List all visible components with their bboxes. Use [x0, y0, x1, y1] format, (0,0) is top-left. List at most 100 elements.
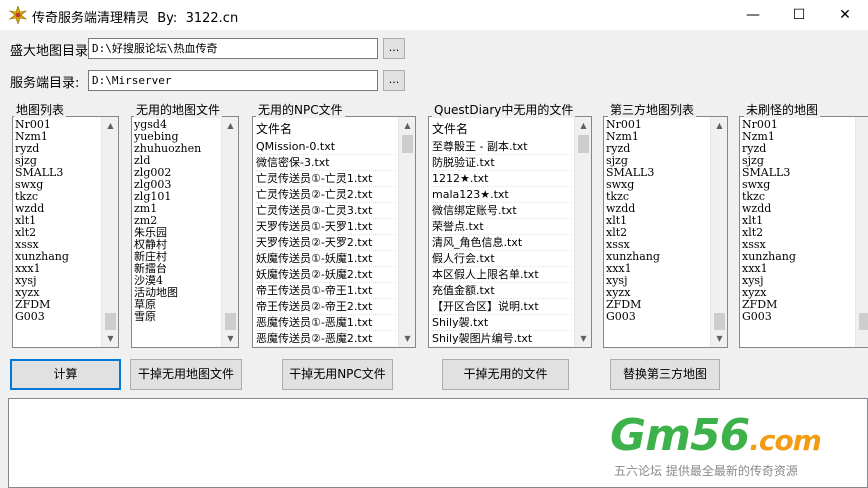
- list-item[interactable]: xlt1: [742, 215, 850, 227]
- list-item[interactable]: wzdd: [606, 203, 709, 215]
- file-row[interactable]: 天罗传送员①-天罗1.txt: [256, 219, 396, 235]
- list-item[interactable]: xyzx: [15, 287, 100, 299]
- list-item[interactable]: 朱乐园: [134, 227, 220, 239]
- file-row[interactable]: Shily袈.txt: [432, 315, 572, 331]
- file-row[interactable]: 【开区合区】说明.txt: [432, 299, 572, 315]
- remove-unused-npc-button[interactable]: 干掉无用NPC文件: [282, 359, 393, 390]
- list-item[interactable]: ryzd: [742, 143, 850, 155]
- list-item[interactable]: xssx: [15, 239, 100, 251]
- map-list-scrollbar[interactable]: ▲ ▼: [101, 117, 118, 347]
- column-header-filename[interactable]: 文件名: [432, 119, 572, 139]
- list-item[interactable]: sjzg: [742, 155, 850, 167]
- list-item[interactable]: Nzm1: [606, 131, 709, 143]
- server-dir-browse-button[interactable]: ...: [383, 70, 405, 91]
- map-list-box[interactable]: Nr001 Nzm1 ryzd sjzg SMALL3 swxg tkzc wzdd xlt1 x…: [12, 116, 119, 348]
- list-item[interactable]: zlg002: [134, 167, 220, 179]
- list-item[interactable]: SMALL3: [15, 167, 100, 179]
- file-row[interactable]: mala123★.txt: [432, 187, 572, 203]
- scroll-up-icon[interactable]: ▲: [222, 117, 238, 134]
- list-item[interactable]: sjzg: [15, 155, 100, 167]
- file-row[interactable]: Shily袈图片编号.txt: [432, 331, 572, 347]
- file-row[interactable]: 充值金额.txt: [432, 283, 572, 299]
- list-item[interactable]: xysj: [742, 275, 850, 287]
- list-item[interactable]: ygsd4: [134, 119, 220, 131]
- list-item[interactable]: tkzc: [15, 191, 100, 203]
- scroll-up-icon[interactable]: ▲: [711, 117, 727, 134]
- file-row[interactable]: 清风_角色信息.txt: [432, 235, 572, 251]
- scroll-up-icon[interactable]: ▲: [399, 117, 415, 134]
- file-row[interactable]: 天罗传送员②-天罗2.txt: [256, 235, 396, 251]
- unrefreshed-maps-box[interactable]: Nr001 Nzm1 ryzd sjzg SMALL3 swxg tkzc wzdd xlt1 x…: [739, 116, 868, 348]
- file-row[interactable]: 防脱验证.txt: [432, 155, 572, 171]
- scroll-up-icon[interactable]: ▲: [102, 117, 118, 134]
- list-item[interactable]: swxg: [606, 179, 709, 191]
- list-item[interactable]: wzdd: [15, 203, 100, 215]
- list-item[interactable]: xysj: [15, 275, 100, 287]
- remove-unused-maps-button[interactable]: 干掉无用地图文件: [130, 359, 242, 390]
- list-item[interactable]: xlt1: [606, 215, 709, 227]
- column-header-filename[interactable]: 文件名: [256, 119, 396, 139]
- scroll-thumb[interactable]: [225, 313, 236, 330]
- list-item[interactable]: 新庄村: [134, 251, 220, 263]
- scroll-down-icon[interactable]: ▼: [575, 330, 591, 347]
- scroll-down-icon[interactable]: ▼: [399, 330, 415, 347]
- file-row[interactable]: 至尊骰王 - 副本.txt: [432, 139, 572, 155]
- file-row[interactable]: 微信密保-3.txt: [256, 155, 396, 171]
- list-item[interactable]: SMALL3: [606, 167, 709, 179]
- file-row[interactable]: 妖魔传送员①-妖魔1.txt: [256, 251, 396, 267]
- list-item[interactable]: ZFDM: [742, 299, 850, 311]
- file-row[interactable]: 假人行会.txt: [432, 251, 572, 267]
- list-item[interactable]: 沙漠4: [134, 275, 220, 287]
- list-item[interactable]: SMALL3: [742, 167, 850, 179]
- list-item[interactable]: zm2: [134, 215, 220, 227]
- calculate-button[interactable]: 计算: [10, 359, 121, 390]
- list-item[interactable]: 雪原: [134, 311, 220, 323]
- list-item[interactable]: Nzm1: [742, 131, 850, 143]
- unused-npc-box[interactable]: 文件名 QMission-0.txt 微信密保-3.txt 亡灵传送员①-亡灵1.t…: [252, 116, 416, 348]
- list-item[interactable]: wzdd: [742, 203, 850, 215]
- list-item[interactable]: 权静村: [134, 239, 220, 251]
- list-item[interactable]: Nr001: [742, 119, 850, 131]
- list-item[interactable]: swxg: [15, 179, 100, 191]
- scroll-thumb[interactable]: [402, 135, 413, 153]
- close-button[interactable]: ✕: [822, 0, 868, 30]
- list-item[interactable]: swxg: [742, 179, 850, 191]
- list-item[interactable]: ZFDM: [606, 299, 709, 311]
- unused-questdiary-box[interactable]: 文件名 至尊骰王 - 副本.txt 防脱验证.txt 1212★.txt mala12…: [428, 116, 592, 348]
- remove-unused-files-button[interactable]: 干掉无用的文件: [442, 359, 569, 390]
- file-row[interactable]: 微信绑定账号.txt: [432, 203, 572, 219]
- file-row[interactable]: 恶魔传送员①-恶魔1.txt: [256, 315, 396, 331]
- server-dir-input[interactable]: D:\Mirserver: [88, 70, 378, 91]
- scroll-thumb[interactable]: [578, 135, 589, 153]
- file-row[interactable]: 1212★.txt: [432, 171, 572, 187]
- list-item[interactable]: xunzhang: [606, 251, 709, 263]
- third-party-maps-scrollbar[interactable]: ▲ ▼: [710, 117, 727, 347]
- list-item[interactable]: zm1: [134, 203, 220, 215]
- list-item[interactable]: xyzx: [606, 287, 709, 299]
- list-item[interactable]: xlt2: [742, 227, 850, 239]
- list-item[interactable]: xlt1: [15, 215, 100, 227]
- map-dir-browse-button[interactable]: ...: [383, 38, 405, 59]
- file-row[interactable]: QMission-0.txt: [256, 139, 396, 155]
- list-item[interactable]: xlt2: [606, 227, 709, 239]
- unused-maps-scrollbar[interactable]: ▲ ▼: [221, 117, 238, 347]
- list-item[interactable]: ryzd: [606, 143, 709, 155]
- scroll-thumb[interactable]: [714, 313, 725, 330]
- scroll-down-icon[interactable]: ▼: [222, 330, 238, 347]
- list-item[interactable]: xunzhang: [742, 251, 850, 263]
- list-item[interactable]: xxx1: [606, 263, 709, 275]
- list-item[interactable]: xssx: [742, 239, 850, 251]
- minimize-button[interactable]: —: [730, 0, 776, 30]
- list-item[interactable]: ryzd: [15, 143, 100, 155]
- list-item[interactable]: xxx1: [15, 263, 100, 275]
- list-item[interactable]: tkzc: [606, 191, 709, 203]
- scroll-thumb[interactable]: [105, 313, 116, 330]
- list-item[interactable]: G003: [606, 311, 709, 323]
- file-row[interactable]: 本区假人上限名单.txt: [432, 267, 572, 283]
- list-item[interactable]: Nr001: [606, 119, 709, 131]
- list-item[interactable]: zhuhuozhen: [134, 143, 220, 155]
- list-item[interactable]: xunzhang: [15, 251, 100, 263]
- list-item[interactable]: ZFDM: [15, 299, 100, 311]
- third-party-maps-box[interactable]: Nr001 Nzm1 ryzd sjzg SMALL3 swxg tkzc wzdd xlt1 x…: [603, 116, 728, 348]
- file-row[interactable]: 帝王传送员①-帝王1.txt: [256, 283, 396, 299]
